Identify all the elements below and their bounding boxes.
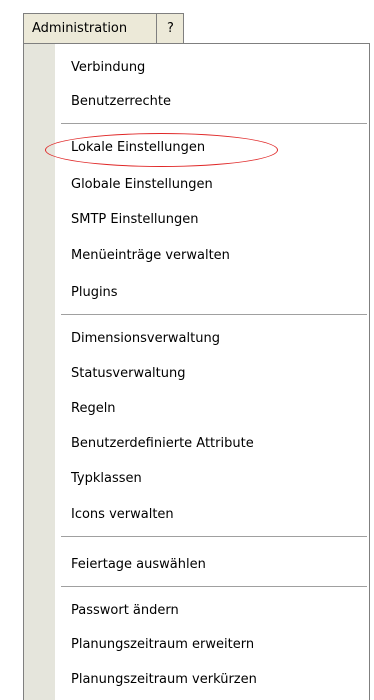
menu-item-benutzerrechte[interactable]: Benutzerrechte (71, 90, 171, 114)
administration-dropdown-menu: Verbindung Benutzerrechte Lokale Einstel… (23, 43, 370, 700)
menu-separator (61, 536, 367, 537)
menu-separator (61, 586, 367, 587)
menu-item-regeln[interactable]: Regeln (71, 397, 116, 421)
menu-item-planungszeitraum-erweitern[interactable]: Planungszeitraum erweitern (71, 633, 254, 657)
menu-item-plugins[interactable]: Plugins (71, 281, 118, 305)
menu-item-dimensionsverwaltung[interactable]: Dimensionsverwaltung (71, 327, 220, 351)
menu-item-smtp-einstellungen[interactable]: SMTP Einstellungen (71, 208, 199, 232)
menu-item-feiertage-auswaehlen[interactable]: Feiertage auswählen (71, 553, 206, 577)
menu-icon-gutter (24, 44, 55, 700)
menu-item-typklassen[interactable]: Typklassen (71, 467, 142, 491)
menu-bar: Administration ? (0, 0, 374, 46)
menu-item-passwort-aendern[interactable]: Passwort ändern (71, 599, 179, 623)
menu-item-statusverwaltung[interactable]: Statusverwaltung (71, 362, 186, 386)
menu-separator (61, 314, 367, 315)
menu-item-globale-einstellungen[interactable]: Globale Einstellungen (71, 173, 213, 197)
menu-item-menueeintraege-verwalten[interactable]: Menüeinträge verwalten (71, 244, 230, 268)
menu-administration[interactable]: Administration (23, 13, 157, 44)
menu-separator (61, 123, 367, 124)
menu-item-planungszeitraum-verkuerzen[interactable]: Planungszeitraum verkürzen (71, 668, 257, 692)
menu-help[interactable]: ? (156, 13, 184, 44)
menu-item-verbindung[interactable]: Verbindung (71, 56, 145, 80)
menu-item-benutzerdefinierte-attribute[interactable]: Benutzerdefinierte Attribute (71, 432, 254, 456)
menu-item-icons-verwalten[interactable]: Icons verwalten (71, 503, 174, 527)
menu-item-lokale-einstellungen[interactable]: Lokale Einstellungen (71, 136, 205, 160)
